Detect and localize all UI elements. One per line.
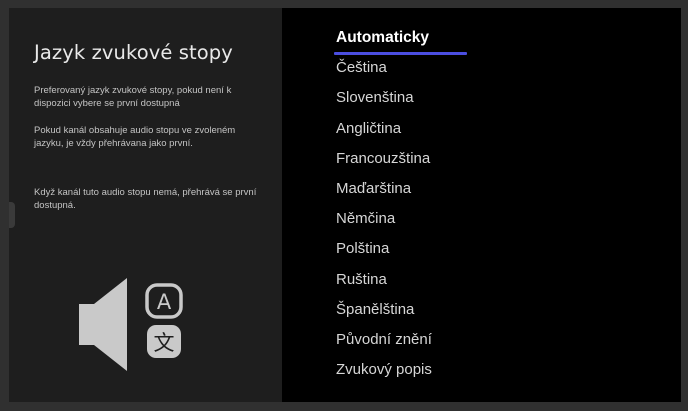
language-menu: Automaticky Čeština Slovenština Angličtina F…: [334, 23, 467, 385]
settings-panel: Jazyk zvukové stopy Preferovaný jazyk zv…: [9, 8, 681, 402]
description-paragraph: Preferovaný jazyk zvukové stopy, pokud n…: [34, 85, 232, 109]
menu-item-language[interactable]: Francouzština: [336, 144, 432, 174]
menu-item-label: Ruština: [336, 270, 387, 288]
menu-item-label: Původní znění: [336, 330, 432, 348]
menu-item-language[interactable]: Polština: [336, 234, 432, 264]
menu-item-language[interactable]: Původní znění: [336, 325, 432, 355]
menu-item-label: Automaticky: [336, 29, 430, 46]
letter-a-glyph: A: [157, 290, 172, 314]
description-paragraph: Když kanál tuto audio stopu nemá, přehrá…: [34, 187, 257, 211]
menu-item-language[interactable]: Zvukový popis: [336, 355, 432, 385]
menu-item-label: Polština: [336, 240, 390, 258]
audio-language-illustration: A 文: [79, 278, 183, 371]
page-title: Jazyk zvukové stopy: [34, 41, 233, 64]
menu-item-language[interactable]: Maďarština: [336, 174, 432, 204]
menu-item-label: Španělština: [336, 300, 415, 318]
menu-item-language[interactable]: Angličtina: [336, 114, 432, 144]
menu-item-label: Francouzština: [336, 149, 431, 167]
info-panel: Jazyk zvukové stopy Preferovaný jazyk zv…: [9, 8, 282, 402]
speaker-icon: [79, 278, 127, 371]
menu-item-language[interactable]: Slovenština: [336, 83, 432, 113]
menu-item-selected[interactable]: Automaticky: [334, 23, 467, 55]
menu-item-language[interactable]: Čeština: [336, 53, 432, 83]
letter-a-icon: A: [145, 283, 183, 319]
description-paragraph: Pokud kanál obsahuje audio stopu ve zvol…: [34, 125, 236, 149]
menu-item-language[interactable]: Ruština: [336, 265, 432, 295]
back-edge-tab[interactable]: [9, 202, 15, 228]
menu-item-label: Slovenština: [336, 89, 414, 107]
menu-item-language[interactable]: Němčina: [336, 204, 432, 234]
menu-item-label: Čeština: [336, 59, 387, 77]
chinese-character-glyph: 文: [154, 331, 175, 355]
menu-item-label: Němčina: [336, 210, 396, 228]
language-list-panel: Automaticky Čeština Slovenština Angličtina F…: [282, 8, 681, 402]
chinese-character-icon: 文: [147, 325, 181, 358]
menu-item-label: Maďarština: [336, 179, 412, 197]
tv-screen: Jazyk zvukové stopy Preferovaný jazyk zv…: [0, 0, 688, 411]
menu-item-label: Zvukový popis: [336, 361, 432, 379]
menu-item-language[interactable]: Španělština: [336, 295, 432, 325]
menu-item-label: Angličtina: [336, 119, 402, 137]
